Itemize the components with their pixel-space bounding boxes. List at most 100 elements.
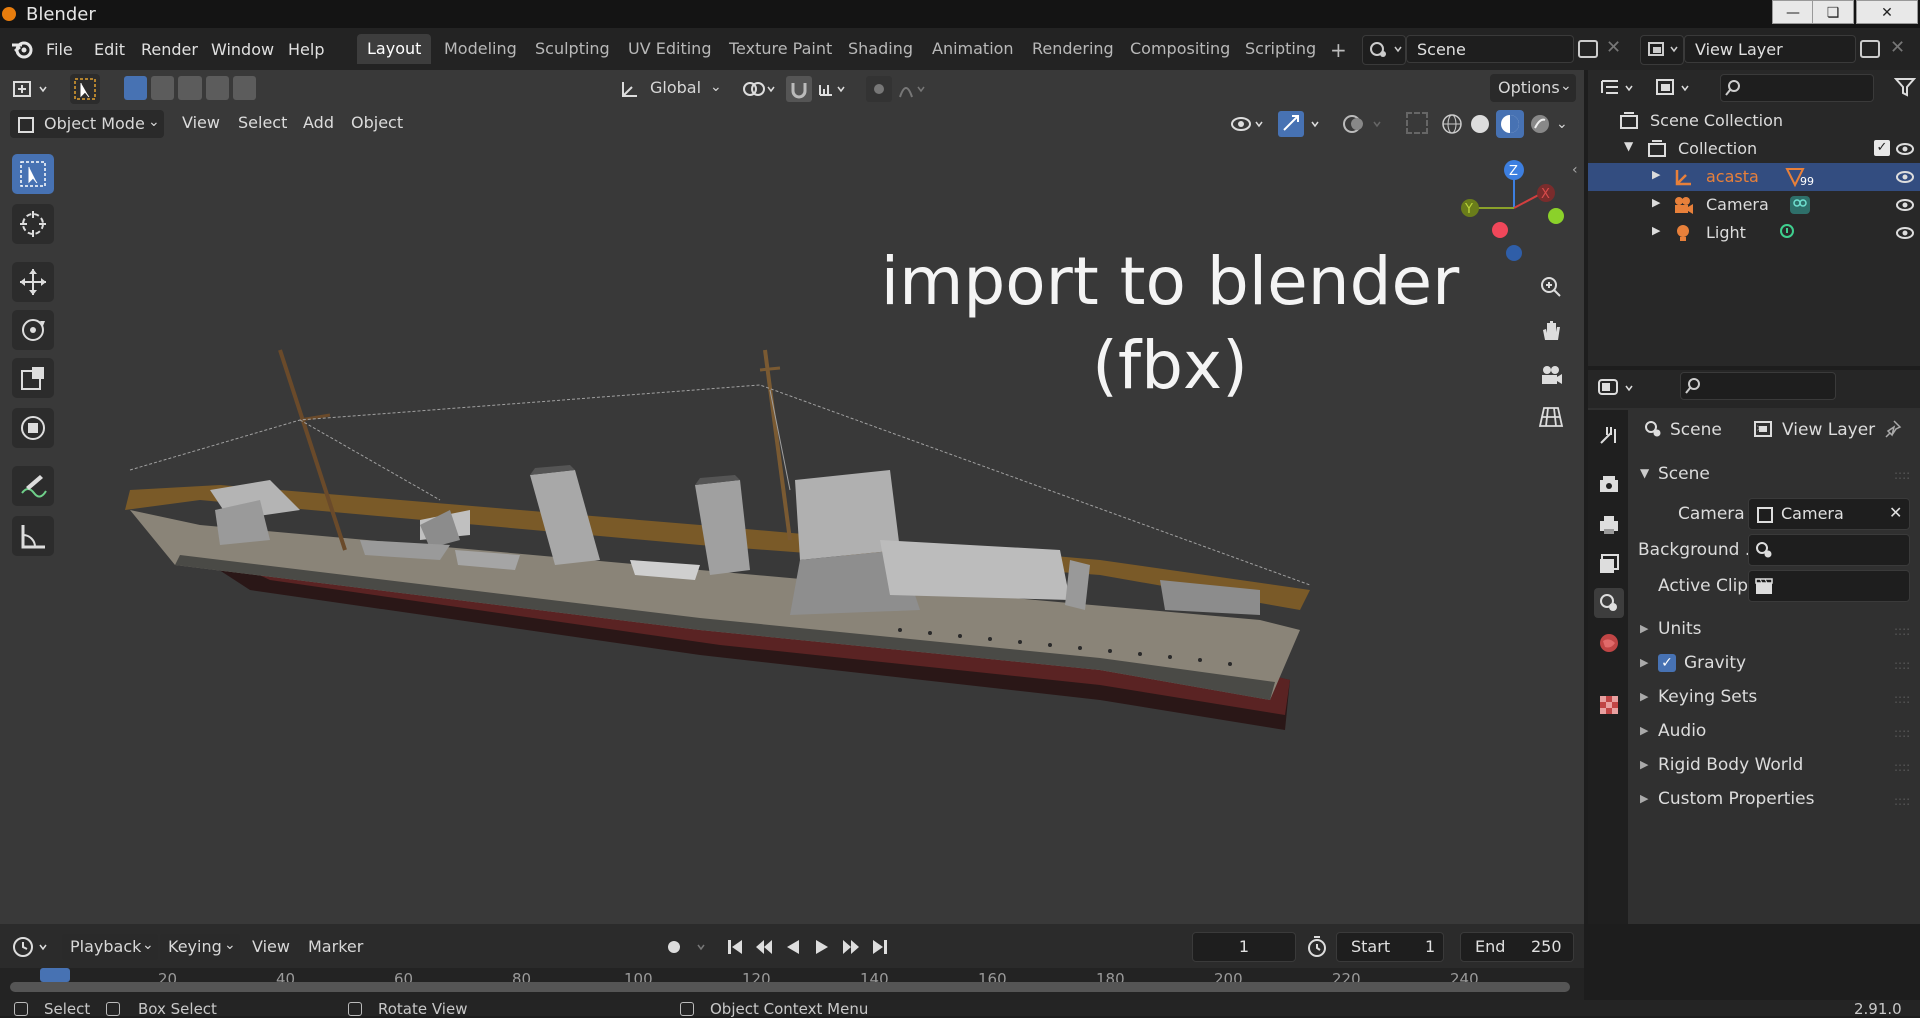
new-view-layer-icon[interactable] <box>1860 40 1880 58</box>
drag-handle-icon[interactable]: :::: <box>1894 726 1910 740</box>
view-layer-browse-button[interactable] <box>1640 35 1684 65</box>
drag-handle-icon[interactable]: :::: <box>1894 760 1910 774</box>
scene-browse-button[interactable] <box>1362 35 1406 65</box>
pivot-point-button[interactable] <box>738 75 778 103</box>
background-scene-field[interactable] <box>1748 534 1910 566</box>
tab-layout[interactable]: Layout <box>357 34 432 64</box>
gizmo-toggle[interactable] <box>1278 110 1328 138</box>
editor-type-button[interactable] <box>10 76 54 102</box>
menu-file[interactable]: File <box>46 40 73 59</box>
perspective-toggle-button[interactable] <box>1534 400 1568 434</box>
select-extend-icon[interactable] <box>151 76 175 100</box>
outliner-search-input[interactable] <box>1720 74 1874 102</box>
jump-to-end-icon[interactable] <box>867 934 892 960</box>
select-tool-mode-button[interactable] <box>70 74 100 104</box>
eye-icon[interactable] <box>1894 167 1916 187</box>
chevron-down-icon[interactable]: ⌄ <box>1556 116 1568 132</box>
camera-view-button[interactable] <box>1534 358 1568 392</box>
maximize-button[interactable]: ❏ <box>1812 0 1854 24</box>
auto-keying-toggle[interactable] <box>660 934 716 960</box>
tab-scene[interactable] <box>1594 588 1624 618</box>
panel-rigid-body-world[interactable]: ▶ Rigid Body World :::: <box>1630 752 1920 780</box>
viewport-menu-view[interactable]: View <box>182 113 220 132</box>
tab-rendering[interactable]: Rendering <box>1022 34 1124 64</box>
visibility-dropdown[interactable] <box>1228 110 1268 138</box>
eye-icon[interactable] <box>1894 139 1916 159</box>
tool-rotate[interactable] <box>12 310 54 350</box>
overlays-toggle[interactable] <box>1340 110 1390 138</box>
end-frame-field[interactable]: End 250 <box>1460 932 1574 962</box>
outliner-row-acasta[interactable]: ▶ acasta 99 <box>1588 163 1920 191</box>
panel-keying-sets[interactable]: ▶ Keying Sets :::: <box>1630 684 1920 712</box>
timeline-menu-marker[interactable]: Marker <box>308 937 363 956</box>
tab-shading[interactable]: Shading <box>838 34 923 64</box>
drag-handle-icon[interactable]: :::: <box>1894 624 1910 638</box>
zoom-view-button[interactable] <box>1534 270 1568 304</box>
camera-field[interactable]: Camera ✕ <box>1748 498 1910 530</box>
timeline-scrollbar[interactable] <box>10 982 1570 992</box>
drag-handle-icon[interactable]: :::: <box>1894 794 1910 808</box>
expand-triangle-icon[interactable]: ▶ <box>1652 224 1660 237</box>
display-mode-dropdown[interactable] <box>1652 76 1696 100</box>
xray-toggle-icon[interactable] <box>1406 112 1428 134</box>
tool-cursor[interactable] <box>12 204 54 244</box>
tab-texture[interactable] <box>1594 690 1624 720</box>
properties-search-input[interactable] <box>1680 372 1836 400</box>
eye-icon[interactable] <box>1894 195 1916 215</box>
delete-view-layer-icon[interactable]: ✕ <box>1890 37 1905 58</box>
outliner-row-scene-collection[interactable]: Scene Collection <box>1588 107 1920 135</box>
outliner-row-collection[interactable]: ▼ Collection ✓ <box>1588 135 1920 163</box>
jump-to-keyframe-prev-icon[interactable] <box>751 934 776 960</box>
expand-triangle-icon[interactable]: ▶ <box>1652 196 1660 209</box>
clear-field-icon[interactable]: ✕ <box>1889 503 1902 522</box>
frame-ruler[interactable]: 1 20 40 60 80 100 120 140 160 180 200 22… <box>0 968 1584 1000</box>
tab-render[interactable] <box>1594 469 1624 499</box>
tab-sculpting[interactable]: Sculpting <box>525 34 620 64</box>
select-subtract-icon[interactable] <box>178 76 202 100</box>
jump-to-keyframe-next-icon[interactable] <box>838 934 863 960</box>
tool-annotate[interactable] <box>12 466 54 506</box>
transform-orientation-dropdown[interactable]: Global ⌄ <box>616 75 726 103</box>
select-intersect-icon[interactable] <box>232 76 257 100</box>
stopwatch-icon[interactable] <box>1304 934 1330 960</box>
solid-shading-icon[interactable] <box>1468 112 1492 136</box>
viewport-menu-add[interactable]: Add <box>303 113 334 132</box>
pan-view-button[interactable] <box>1534 314 1568 348</box>
current-frame-field[interactable]: 1 <box>1192 932 1296 962</box>
wireframe-shading-icon[interactable] <box>1440 112 1464 136</box>
active-clip-field[interactable] <box>1748 570 1910 602</box>
select-new-icon[interactable] <box>124 76 148 100</box>
jump-to-start-icon[interactable] <box>722 934 747 960</box>
sidebar-toggle-icon[interactable]: ‹ <box>1572 162 1578 178</box>
panel-audio[interactable]: ▶ Audio :::: <box>1630 718 1920 746</box>
ship-model[interactable] <box>0 70 1584 924</box>
menu-render[interactable]: Render <box>141 40 198 59</box>
delete-scene-icon[interactable]: ✕ <box>1606 37 1621 58</box>
outliner-row-light[interactable]: ▶ Light <box>1588 219 1920 247</box>
collapse-triangle-icon[interactable]: ▼ <box>1624 139 1633 153</box>
play-icon[interactable] <box>809 934 834 960</box>
close-window-button[interactable]: ✕ <box>1856 0 1918 24</box>
timeline-editor-type-button[interactable] <box>10 934 54 960</box>
rendered-shading-icon[interactable] <box>1528 112 1552 136</box>
tab-modeling[interactable]: Modeling <box>434 34 527 64</box>
eye-icon[interactable] <box>1894 223 1916 243</box>
menu-edit[interactable]: Edit <box>94 40 125 59</box>
start-frame-field[interactable]: Start 1 <box>1336 932 1444 962</box>
3d-viewport[interactable]: import to blender (fbx) <box>0 70 1584 924</box>
tab-tool[interactable] <box>1594 420 1624 450</box>
tab-scripting[interactable]: Scripting <box>1235 34 1326 64</box>
material-preview-icon[interactable] <box>1496 110 1524 138</box>
menu-window[interactable]: Window <box>211 40 274 59</box>
drag-handle-icon[interactable]: :::: <box>1894 658 1910 672</box>
tab-compositing[interactable]: Compositing <box>1120 34 1240 64</box>
interaction-mode-dropdown[interactable]: Object Mode ⌄ <box>10 110 164 138</box>
playback-dropdown[interactable]: Playback ⌄ <box>62 934 158 960</box>
drag-handle-icon[interactable]: :::: <box>1894 468 1910 482</box>
expand-triangle-icon[interactable]: ▶ <box>1652 168 1660 181</box>
timeline-menu-view[interactable]: View <box>252 937 290 956</box>
tab-texture-paint[interactable]: Texture Paint <box>719 34 842 64</box>
panel-units[interactable]: ▶ Units :::: <box>1630 616 1920 644</box>
panel-custom-properties[interactable]: ▶ Custom Properties :::: <box>1630 786 1920 814</box>
panel-gravity[interactable]: ▶ ✓ Gravity :::: <box>1630 650 1920 678</box>
